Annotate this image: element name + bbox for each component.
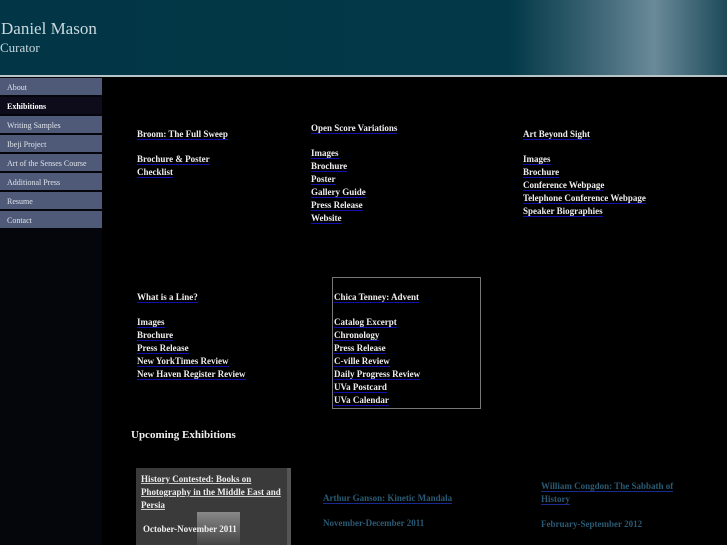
exhibition-link[interactable]: C-ville Review — [334, 356, 390, 367]
exhibition-broom: Broom: The Full Sweep Brochure & Poster Ch… — [137, 129, 228, 180]
exhibition-link[interactable]: New YorkTimes Review — [137, 356, 229, 367]
sidebar-item-ibeji-project[interactable]: Ibeji Project — [0, 135, 102, 152]
upcoming-title-link[interactable]: Arthur Ganson: Kinetic Mandala — [323, 493, 453, 504]
upcoming-title-link[interactable]: William Congdon: The Sabbath of History — [541, 481, 674, 505]
sidebar-nav: About Exhibitions Writing Samples Ibeji Pro… — [0, 77, 102, 545]
exhibition-link[interactable]: Images — [523, 154, 551, 165]
exhibition-link[interactable]: Images — [137, 317, 165, 328]
upcoming-heading: Upcoming Exhibitions — [131, 429, 236, 441]
upcoming-william-congdon: William Congdon: The Sabbath of History … — [541, 480, 691, 531]
exhibition-title-link[interactable]: Chica Tenney: Advent — [334, 292, 420, 303]
exhibition-link[interactable]: Telephone Conference Webpage — [523, 193, 646, 204]
exhibition-link[interactable]: Press Release — [334, 343, 386, 354]
exhibition-art-beyond-sight: Art Beyond Sight Images Brochure Conference… — [523, 129, 646, 219]
exhibition-open-score: Open Score Variations Images Brochure Poste… — [311, 123, 398, 226]
site-subtitle: Curator — [0, 40, 40, 55]
exhibition-title-link[interactable]: What is a Line? — [137, 292, 198, 303]
exhibition-link[interactable]: Press Release — [137, 343, 189, 354]
sidebar-item-art-of-the-senses-course[interactable]: Art of the Senses Course — [0, 154, 102, 171]
exhibition-link[interactable]: Chronology — [334, 330, 380, 341]
exhibition-link[interactable]: Gallery Guide — [311, 187, 366, 198]
exhibition-title-link[interactable]: Open Score Variations — [311, 123, 398, 134]
sidebar-item-about[interactable]: About — [0, 78, 102, 95]
exhibition-link[interactable]: New Haven Register Review — [137, 369, 246, 380]
site-title: Daniel Mason — [1, 19, 97, 38]
exhibition-title-link[interactable]: Art Beyond Sight — [523, 129, 591, 140]
exhibition-link[interactable]: Brochure & Poster — [137, 154, 210, 165]
sidebar-item-additional-press[interactable]: Additional Press — [0, 173, 102, 190]
exhibition-link[interactable]: UVa Postcard — [334, 382, 387, 393]
exhibition-what-is-a-line: What is a Line? Images Brochure Press Relea… — [137, 292, 246, 382]
exhibition-link[interactable]: Poster — [311, 174, 336, 185]
sidebar-item-resume[interactable]: Resume — [0, 192, 102, 209]
exhibition-link[interactable]: Images — [311, 148, 339, 159]
site-header: Daniel Mason Curator — [0, 0, 727, 75]
upcoming-arthur-ganson: Arthur Ganson: Kinetic Mandala November-… — [323, 492, 483, 530]
upcoming-card-history-contested[interactable]: History Contested: Books on Photography … — [136, 468, 291, 545]
exhibition-link[interactable]: Speaker Biographies — [523, 206, 603, 217]
upcoming-dates: October-November 2011 — [143, 524, 237, 534]
sidebar-item-writing-samples[interactable]: Writing Samples — [0, 116, 102, 133]
exhibition-link[interactable]: Website — [311, 213, 342, 224]
exhibition-link[interactable]: Checklist — [137, 167, 173, 178]
exhibition-link[interactable]: Brochure — [137, 330, 174, 341]
upcoming-title-link[interactable]: History Contested: Books on Photography … — [141, 473, 286, 512]
exhibition-link[interactable]: Brochure — [523, 167, 560, 178]
upcoming-dates: February-September 2012 — [541, 519, 643, 529]
exhibition-link[interactable]: Brochure — [311, 161, 348, 172]
exhibition-link[interactable]: Catalog Excerpt — [334, 317, 397, 328]
sidebar-item-exhibitions[interactable]: Exhibitions — [0, 97, 102, 114]
exhibition-link[interactable]: Conference Webpage — [523, 180, 605, 191]
upcoming-dates: November-December 2011 — [323, 518, 425, 528]
exhibition-link[interactable]: Daily Progress Review — [334, 369, 421, 380]
exhibition-chica-tenney: Chica Tenney: Advent Catalog Excerpt Chron… — [334, 292, 421, 408]
header-divider — [0, 75, 727, 77]
exhibition-link[interactable]: Press Release — [311, 200, 363, 211]
exhibition-link[interactable]: UVa Calendar — [334, 395, 389, 406]
sidebar-item-contact[interactable]: Contact — [0, 211, 102, 228]
exhibition-title-link[interactable]: Broom: The Full Sweep — [137, 129, 228, 140]
